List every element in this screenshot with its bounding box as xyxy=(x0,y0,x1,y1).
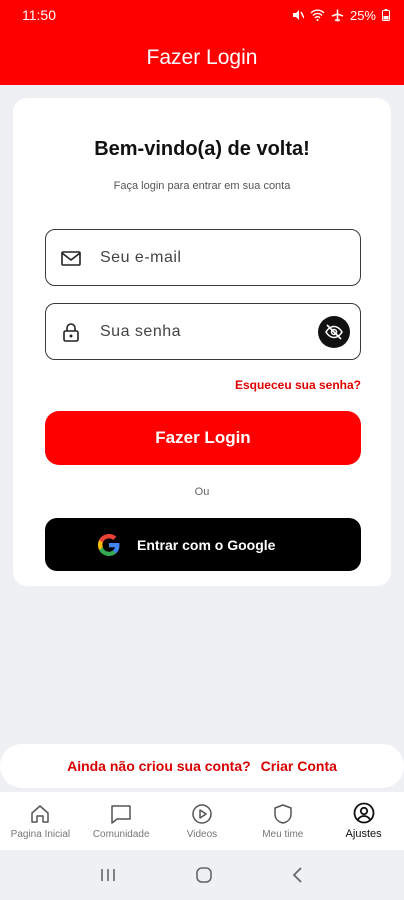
status-time: 11:50 xyxy=(22,7,56,23)
eye-off-icon xyxy=(325,323,343,340)
shield-icon xyxy=(274,803,292,824)
create-account-link[interactable]: Criar Conta xyxy=(261,758,337,774)
signup-question: Ainda não criou sua conta? xyxy=(67,758,251,774)
password-input[interactable] xyxy=(100,304,312,359)
chat-icon xyxy=(111,804,131,824)
wifi-icon xyxy=(310,9,325,21)
nav-item-videos[interactable]: Videos xyxy=(162,792,243,850)
mail-icon xyxy=(61,250,81,266)
bottom-nav: Pagina Inicial Comunidade Videos Meu tim… xyxy=(0,792,404,850)
status-icons: 25% xyxy=(292,8,390,23)
email-field-container[interactable] xyxy=(45,229,361,286)
airplane-icon xyxy=(331,9,344,21)
login-card: Bem-vindo(a) de volta! Faça login para e… xyxy=(13,98,391,586)
nav-label-videos: Videos xyxy=(186,828,218,840)
nav-item-my-team[interactable]: Meu time xyxy=(242,792,323,850)
nav-label-settings: Ajustes xyxy=(345,828,382,840)
google-login-button[interactable]: Entrar com o Google xyxy=(45,518,361,571)
play-icon xyxy=(192,803,212,824)
status-bar: 11:50 25% xyxy=(0,0,404,30)
welcome-heading: Bem-vindo(a) de volta! xyxy=(94,138,310,160)
battery-icon xyxy=(382,9,390,21)
password-field-container[interactable] xyxy=(45,303,361,360)
recent-apps-icon[interactable] xyxy=(99,867,117,883)
home-button-icon[interactable] xyxy=(195,866,213,884)
nav-item-home[interactable]: Pagina Inicial xyxy=(0,792,81,850)
google-icon xyxy=(98,533,120,556)
user-circle-icon xyxy=(353,802,374,824)
nav-label-community: Comunidade xyxy=(92,828,150,840)
lock-icon xyxy=(63,322,79,342)
battery-percent: 25% xyxy=(349,7,376,23)
back-icon[interactable] xyxy=(291,866,305,884)
or-divider: Ou xyxy=(194,486,210,498)
nav-label-my-team: Meu time xyxy=(262,828,304,840)
nav-item-community[interactable]: Comunidade xyxy=(81,792,162,850)
forgot-password-link[interactable]: Esqueceu sua senha? xyxy=(235,378,361,392)
system-nav-bar xyxy=(0,850,404,900)
signup-bar: Ainda não criou sua conta? Criar Conta xyxy=(0,744,404,788)
page-title: Fazer Login xyxy=(146,45,258,69)
toggle-password-visibility-button[interactable] xyxy=(318,315,350,348)
email-input[interactable] xyxy=(100,230,312,285)
app-header: Fazer Login xyxy=(0,30,404,85)
home-icon xyxy=(31,804,50,823)
login-subtitle: Faça login para entrar em sua conta xyxy=(113,180,291,192)
mute-icon xyxy=(292,10,304,20)
login-button[interactable]: Fazer Login xyxy=(45,411,361,465)
nav-label-home: Pagina Inicial xyxy=(10,828,71,840)
google-login-label: Entrar com o Google xyxy=(137,536,276,553)
nav-item-settings[interactable]: Ajustes xyxy=(323,792,404,850)
